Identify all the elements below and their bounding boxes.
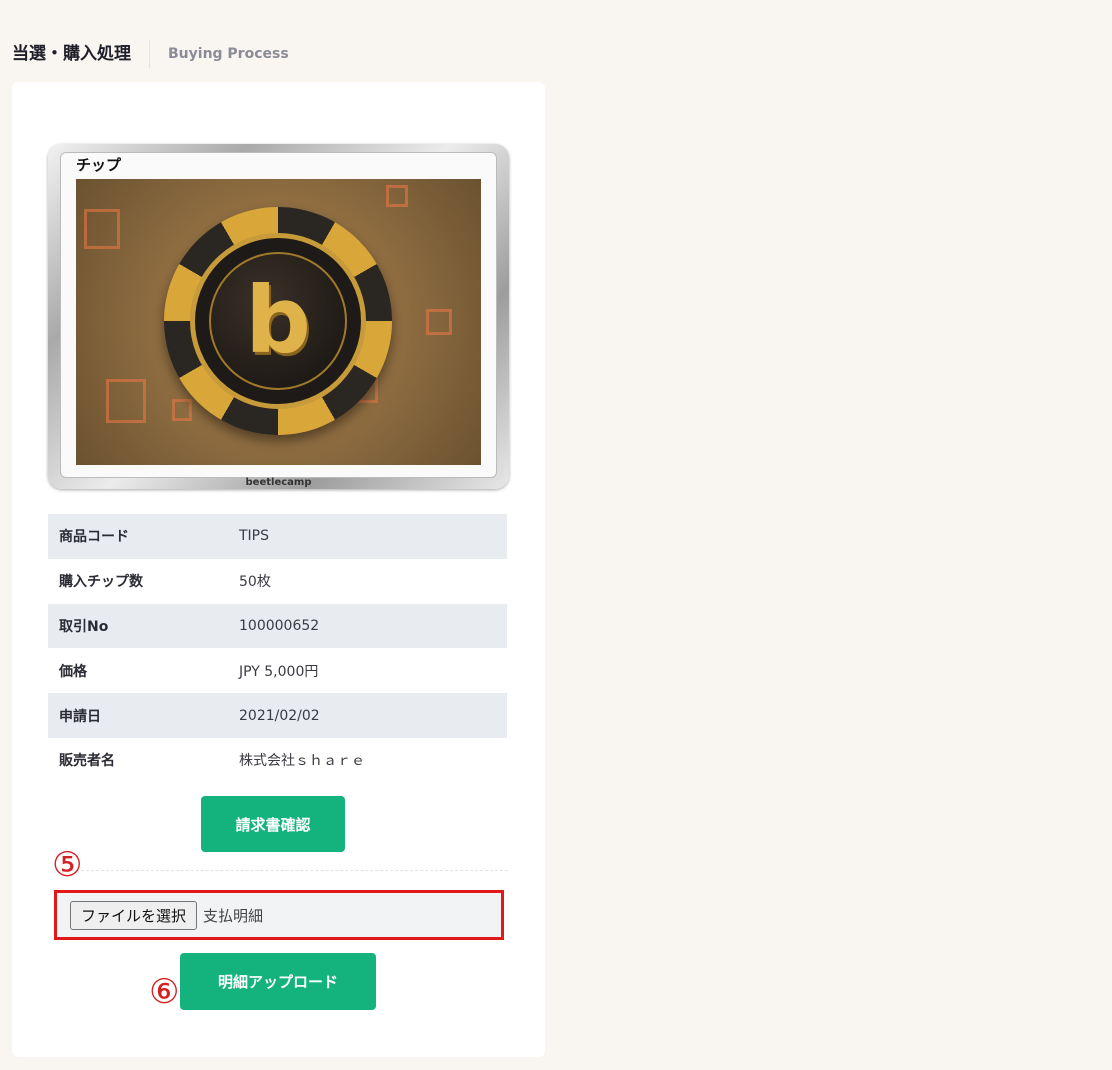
- art-square: [106, 379, 146, 423]
- art-square: [84, 209, 120, 249]
- chip-ring: b: [190, 233, 366, 409]
- detail-value: 2021/02/02: [239, 707, 320, 724]
- step-6-marker: ⑥: [149, 972, 180, 1012]
- chip-center: b: [209, 252, 347, 390]
- art-square: [172, 399, 192, 421]
- selected-file-name: 支払明細: [203, 906, 264, 925]
- choose-file-button[interactable]: ファイルを選択: [70, 900, 198, 930]
- product-image-label: チップ: [76, 156, 122, 174]
- detail-key: 取引No: [59, 618, 109, 635]
- chip-logo: b: [245, 267, 311, 374]
- detail-key: 購入チップ数: [59, 574, 143, 591]
- detail-value: 50枚: [239, 574, 271, 591]
- table-row: 購入チップ数 50枚: [48, 559, 507, 604]
- table-row: 価格 JPY 5,000円: [48, 648, 507, 693]
- chip-graphic: b: [164, 207, 392, 435]
- detail-key: 申請日: [59, 708, 101, 725]
- detail-value: 100000652: [239, 617, 320, 634]
- detail-key: 販売者名: [59, 753, 115, 770]
- product-image-art: b: [76, 179, 481, 465]
- file-upload-box: ファイルを選択 支払明細: [54, 890, 504, 940]
- page-title: 当選・購入処理: [12, 44, 131, 64]
- section-divider: [56, 870, 508, 871]
- page-subtitle: Buying Process: [168, 46, 289, 62]
- detail-value: TIPS: [239, 528, 270, 545]
- table-row: 取引No 100000652: [48, 603, 507, 649]
- product-image: チップ b beetlecamp: [48, 144, 509, 489]
- step-5-marker: ⑤: [52, 845, 83, 885]
- table-row: 商品コード TIPS: [48, 514, 507, 559]
- table-row: 申請日 2021/02/02: [48, 693, 507, 738]
- detail-value: JPY 5,000円: [239, 663, 319, 680]
- art-square: [426, 309, 452, 335]
- product-image-brand: beetlecamp: [245, 477, 312, 488]
- art-square: [386, 185, 408, 207]
- details-table: 商品コード TIPS 購入チップ数 50枚 取引No 100000652 価格 …: [48, 514, 507, 783]
- detail-value: 株式会社ｓｈａｒｅ: [239, 753, 365, 770]
- purchase-card: チップ b beetlecamp 商品コード TIPS 購入チップ数 50枚 取…: [12, 82, 545, 1057]
- upload-statement-button[interactable]: 明細アップロード: [180, 953, 376, 1010]
- detail-key: 商品コード: [59, 529, 129, 546]
- detail-key: 価格: [59, 663, 87, 680]
- invoice-confirm-button[interactable]: 請求書確認: [201, 796, 345, 852]
- table-row: 販売者名 株式会社ｓｈａｒｅ: [48, 738, 507, 783]
- page-header: 当選・購入処理 Buying Process: [12, 40, 289, 68]
